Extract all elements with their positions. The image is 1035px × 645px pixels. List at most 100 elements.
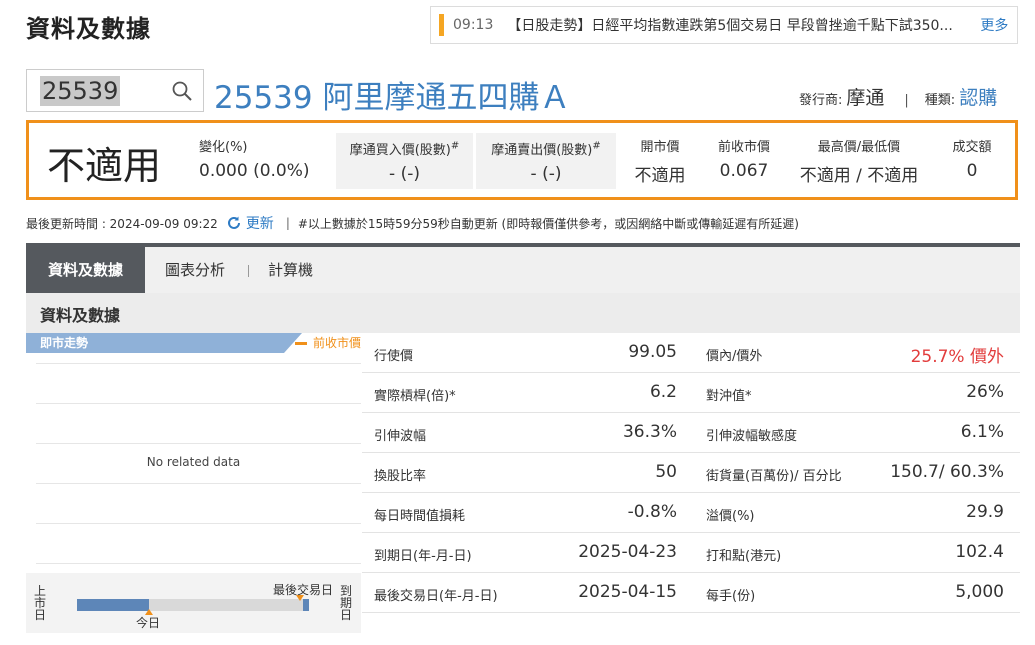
change-label: 變化(%) (199, 140, 248, 155)
no-data-message: No related data (146, 455, 241, 469)
type-link[interactable]: 認購 (959, 83, 997, 110)
conversion-ratio-value: 50 (655, 462, 677, 482)
high-low-label: 最高價/最低價 (817, 140, 901, 155)
grid-line (36, 483, 361, 484)
premium-value: 29.9 (966, 502, 1004, 522)
news-marker (439, 14, 444, 36)
prev-close-block: 前收市價 0.067 (709, 136, 779, 181)
conversion-ratio-label: 換股比率 (374, 469, 427, 484)
tab-calculator[interactable]: 計算機 (268, 247, 313, 293)
table-row: 最後交易日(年-月-日) 2025-04-15 每手(份) 5,000 (362, 573, 1020, 613)
open-value: 不適用 (634, 166, 686, 186)
divider: | (904, 93, 909, 108)
last-trade-date-value: 2025-04-15 (578, 582, 677, 602)
outstanding-label: 街貨量(百萬份)/ 百分比 (706, 469, 842, 484)
implied-vol-value: 36.3% (622, 422, 677, 442)
legend-label: 前收市價 (312, 336, 361, 350)
open-block: 開市價 不適用 (627, 136, 693, 186)
breakeven-label: 打和點(港元) (706, 549, 782, 564)
prev-close-value: 0.067 (719, 161, 769, 181)
tab-data[interactable]: 資料及數據 (26, 247, 145, 293)
expiry-date-label: 到期日 (340, 584, 353, 622)
ask-label: 摩通賣出價(股數) (491, 143, 593, 158)
refresh-icon[interactable] (226, 215, 242, 231)
last-trade-date-label: 最後交易日(年-月-日) (374, 589, 498, 604)
bid-label: 摩通買入價(股數) (349, 143, 451, 158)
time-decay-label: 每日時間值損耗 (374, 509, 466, 524)
search-input-value[interactable]: 25539 (40, 76, 121, 106)
last-price: 不適用 (47, 144, 162, 188)
search-input[interactable]: 25539 (26, 69, 204, 112)
turnover-value: 0 (966, 161, 978, 181)
grid-line (36, 363, 361, 364)
tab-chart-analysis[interactable]: 圖表分析 (165, 247, 225, 293)
time-decay-value: -0.8% (627, 502, 677, 522)
section-title: 資料及數據 (40, 306, 121, 325)
breakeven-value: 102.4 (955, 542, 1004, 562)
gearing-value: 6.2 (649, 382, 677, 402)
expiry-date-label: 到期日(年-月-日) (374, 549, 472, 564)
tab-separator (248, 265, 249, 277)
chart-title: 即市走勢 (26, 333, 284, 353)
news-more-link[interactable]: 更多 (980, 15, 1008, 35)
bid-block: 摩通買入價(股數)# - (-) (336, 139, 473, 184)
page-title: 資料及數據 (26, 15, 151, 43)
refresh-label[interactable]: 更新 (246, 213, 274, 233)
quote-panel: 不適用 變化(%) 0.000 (0.0%) 摩通買入價(股數)# - (-) … (26, 120, 1018, 200)
table-row: 行使價 99.05 價內/價外 25.7% 價外 (362, 333, 1020, 373)
outstanding-value: 150.7/ 60.3% (890, 462, 1004, 482)
warrant-timeline: 上市日 今日 最後交易日 到期日 (26, 573, 361, 633)
prev-close-label: 前收市價 (717, 140, 770, 155)
expiry-date-value: 2025-04-23 (578, 542, 677, 562)
gearing-label: 實際槓桿(倍)* (374, 389, 456, 404)
board-lot-label: 每手(份) (706, 589, 756, 604)
premium-label: 溢價(%) (706, 509, 755, 524)
moneyness-value: 25.7% 價外 (910, 347, 1004, 367)
section-header: 資料及數據 (26, 293, 1020, 333)
bid-value: - (-) (389, 164, 420, 184)
implied-vol-label: 引伸波幅 (374, 429, 427, 444)
tab-bar: 資料及數據 圖表分析 計算機 (26, 243, 1020, 293)
table-row: 換股比率 50 街貨量(百萬份)/ 百分比 150.7/ 60.3% (362, 453, 1020, 493)
news-time: 09:13 (453, 17, 494, 33)
high-low-value: 不適用 / 不適用 (799, 166, 919, 186)
last-trade-label: 最後交易日 (273, 583, 334, 597)
bid-footnote-mark: # (450, 140, 460, 152)
strike-value: 99.05 (628, 342, 677, 362)
data-table: 行使價 99.05 價內/價外 25.7% 價外 實際槓桿(倍)* 6.2 對沖… (362, 333, 1020, 613)
vega-value: 6.1% (960, 422, 1004, 442)
table-row: 引伸波幅 36.3% 引伸波幅敏感度 6.1% (362, 413, 1020, 453)
news-ticker[interactable]: 09:13 【日股走勢】日經平均指數連跌第5個交易日 早段曾挫逾千點下試350.… (430, 6, 1018, 44)
grid-line (36, 403, 361, 404)
ask-block: 摩通賣出價(股數)# - (-) (476, 139, 616, 184)
issuer-label: 發行商: (799, 93, 843, 108)
turnover-block: 成交額 0 (944, 136, 1000, 181)
type-label: 種類: (924, 93, 956, 108)
news-headline[interactable]: 【日股走勢】日經平均指數連跌第5個交易日 早段曾挫逾千點下試350... (507, 15, 972, 35)
product-name: 25539 阿里摩通五四購Ａ (214, 80, 571, 116)
board-lot-value: 5,000 (955, 582, 1004, 602)
chart-legend-prev-close: 前收市價 (294, 334, 361, 351)
high-low-block: 最高價/最低價 不適用 / 不適用 (791, 136, 927, 186)
table-row: 到期日(年-月-日) 2025-04-23 打和點(港元) 102.4 (362, 533, 1020, 573)
vega-label: 引伸波幅敏感度 (706, 429, 798, 444)
search-icon[interactable] (171, 80, 193, 102)
grid-line (36, 563, 361, 564)
moneyness-label: 價內/價外 (706, 349, 763, 364)
update-note: #以上數據於15時59分59秒自動更新 (即時報價僅供參考，或因網絡中斷或傳輸延… (297, 216, 799, 231)
intraday-chart: 即市走勢 前收市價 No related data 上市日 今日 最後交易日 到… (26, 333, 361, 633)
ask-footnote-mark: # (592, 140, 601, 152)
table-row: 每日時間值損耗 -0.8% 溢價(%) 29.9 (362, 493, 1020, 533)
refresh-button[interactable]: 更新 (226, 213, 274, 233)
update-line: 最後更新時間 : 2024-09-09 09:22 更新 | #以上數據於15時… (26, 213, 799, 233)
issuer-value: 摩通 (846, 87, 885, 109)
table-row: 實際槓桿(倍)* 6.2 對沖值* 26% (362, 373, 1020, 413)
last-updated: 最後更新時間 : 2024-09-09 09:22 (26, 216, 218, 231)
delta-label: 對沖值* (706, 389, 752, 404)
today-label: 今日 (136, 616, 161, 630)
change-block: 變化(%) 0.000 (0.0%) (199, 136, 310, 181)
divider: | (285, 216, 290, 230)
listing-date-label: 上市日 (34, 584, 47, 622)
turnover-label: 成交額 (952, 140, 992, 155)
change-value: 0.000 (0.0%) (199, 161, 310, 181)
